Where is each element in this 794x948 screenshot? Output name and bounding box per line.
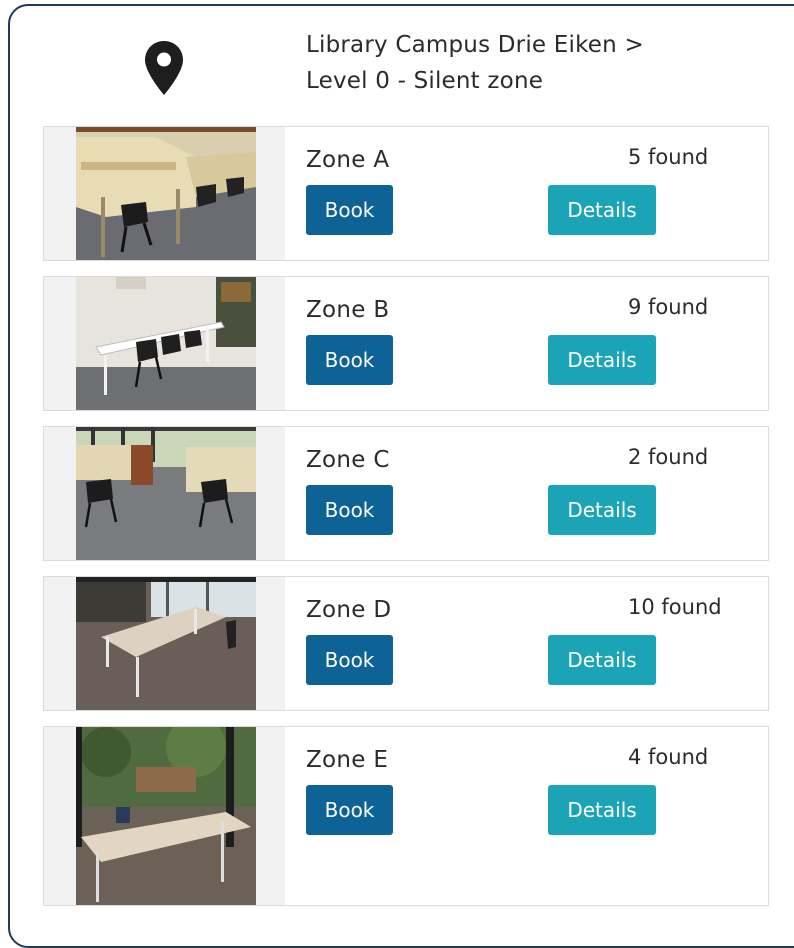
- details-button[interactable]: Details: [548, 185, 656, 235]
- location-breadcrumb: Library Campus Drie Eiken > Level 0 - Si…: [306, 27, 644, 99]
- zone-found-count: 4 found: [628, 745, 709, 769]
- map-pin-icon: [145, 41, 183, 95]
- book-button[interactable]: Book: [306, 485, 393, 535]
- zone-found-count: 2 found: [628, 445, 709, 469]
- book-button[interactable]: Book: [306, 785, 393, 835]
- zone-card-c: Zone C 2 found Book Details: [43, 426, 769, 561]
- details-button[interactable]: Details: [548, 635, 656, 685]
- details-button[interactable]: Details: [548, 785, 656, 835]
- zone-b-photo: [76, 277, 256, 410]
- zone-card-a: Zone A 5 found Book Details: [43, 126, 769, 261]
- details-button[interactable]: Details: [548, 335, 656, 385]
- zone-found-count: 10 found: [628, 595, 722, 619]
- zone-card-b: Zone B 9 found Book Details: [43, 276, 769, 411]
- zone-name: Zone D: [306, 597, 392, 623]
- zone-name: Zone E: [306, 747, 389, 773]
- location-header: Library Campus Drie Eiken > Level 0 - Si…: [0, 0, 794, 120]
- book-button[interactable]: Book: [306, 335, 393, 385]
- location-line-campus[interactable]: Library Campus Drie Eiken >: [306, 27, 644, 63]
- zone-found-count: 5 found: [628, 145, 709, 169]
- zone-card-d: Zone D 10 found Book Details: [43, 576, 769, 711]
- location-line-level: Level 0 - Silent zone: [306, 68, 544, 94]
- zone-d-photo: [76, 577, 256, 710]
- zone-c-photo: [76, 427, 256, 560]
- details-button[interactable]: Details: [548, 485, 656, 535]
- zone-name: Zone B: [306, 297, 390, 323]
- zone-e-photo: [76, 727, 256, 905]
- zone-card-e: Zone E 4 found Book Details: [43, 726, 769, 906]
- zone-name: Zone C: [306, 447, 390, 473]
- zone-a-photo: [76, 127, 256, 260]
- zone-found-count: 9 found: [628, 295, 709, 319]
- book-button[interactable]: Book: [306, 635, 393, 685]
- zone-name: Zone A: [306, 147, 390, 173]
- book-button[interactable]: Book: [306, 185, 393, 235]
